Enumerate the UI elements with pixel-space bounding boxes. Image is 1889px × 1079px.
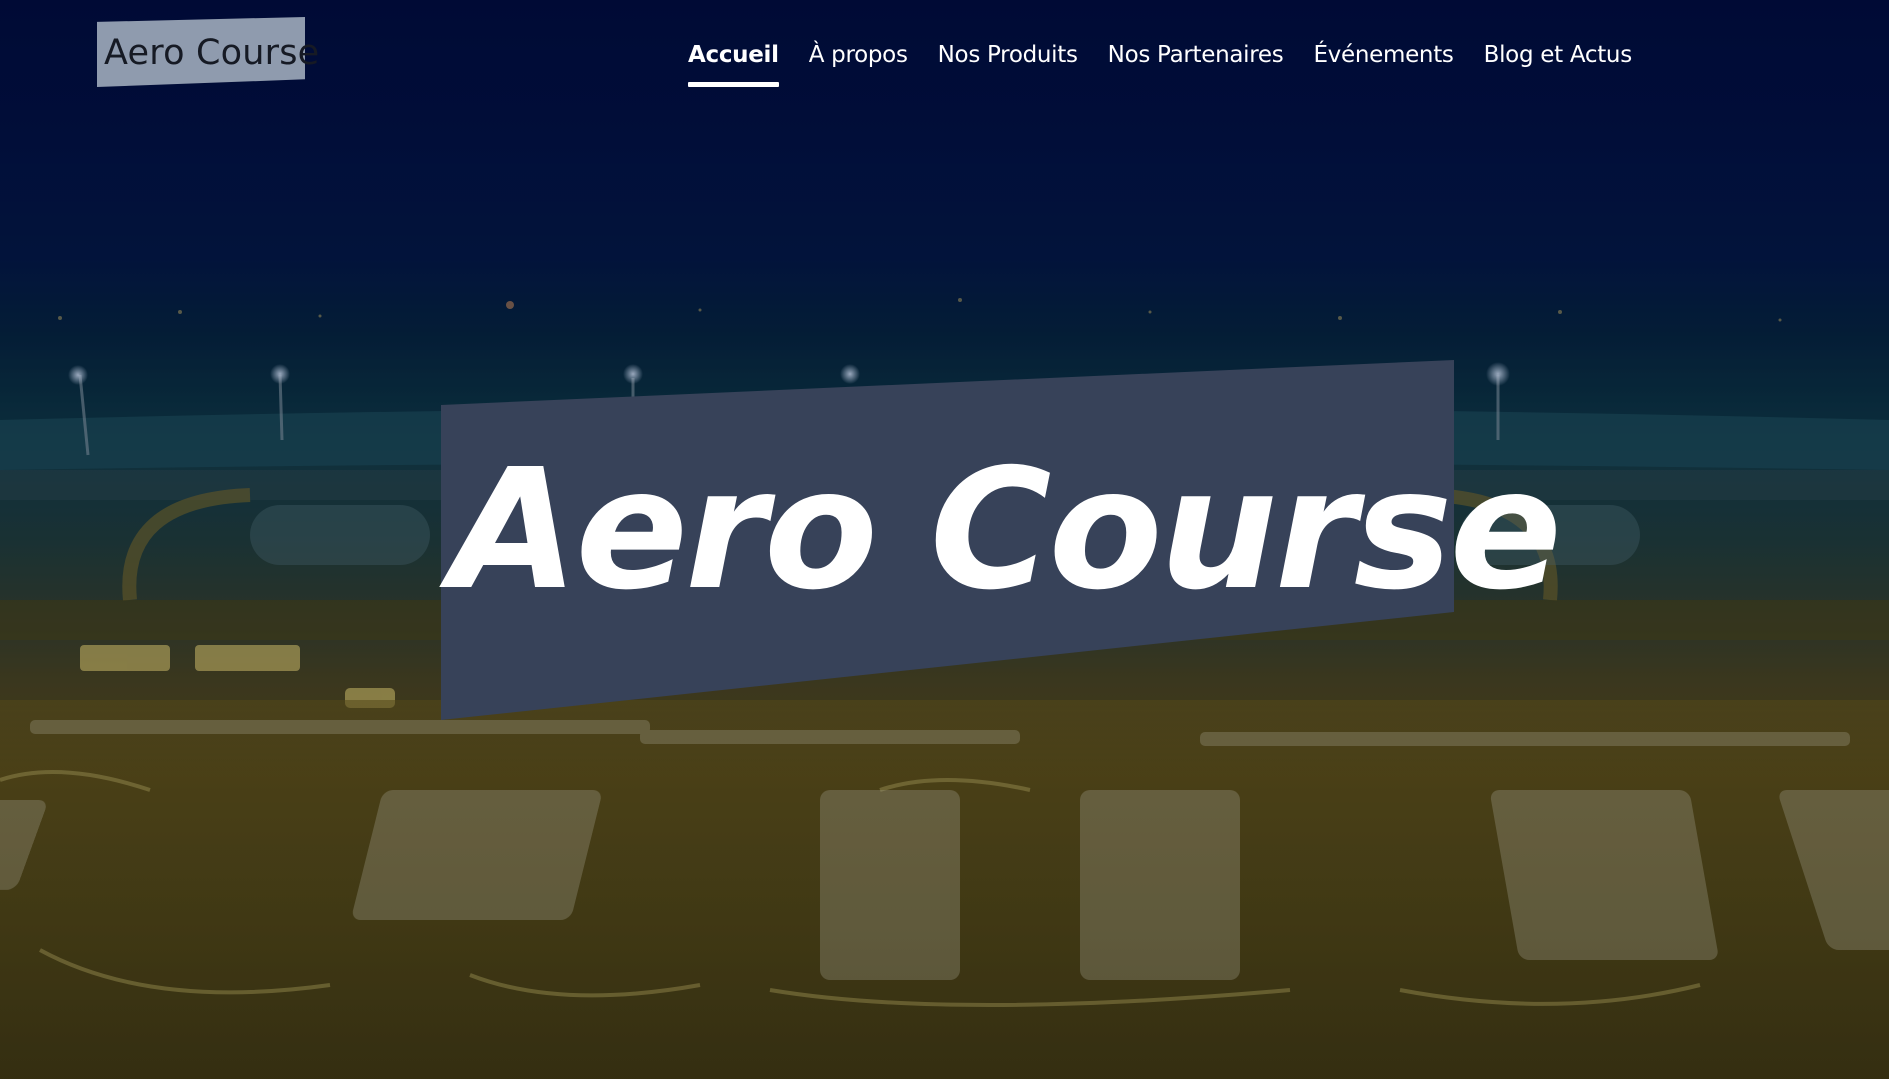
nav-item-nos-partenaires[interactable]: Nos Partenaires [1108,38,1284,72]
hero-section: Aero Course Accueil À propos Nos Produit… [0,0,1889,1079]
site-logo[interactable]: Aero Course [104,33,319,73]
main-navigation: Accueil À propos Nos Produits Nos Parten… [688,38,1662,87]
nav-item-evenements[interactable]: Événements [1313,38,1453,72]
nav-item-nos-produits[interactable]: Nos Produits [938,38,1078,72]
hero-title: Aero Course [450,434,1562,627]
nav-item-blog-et-actus[interactable]: Blog et Actus [1484,38,1633,72]
nav-item-accueil[interactable]: Accueil [688,38,779,87]
nav-item-a-propos[interactable]: À propos [809,38,908,72]
